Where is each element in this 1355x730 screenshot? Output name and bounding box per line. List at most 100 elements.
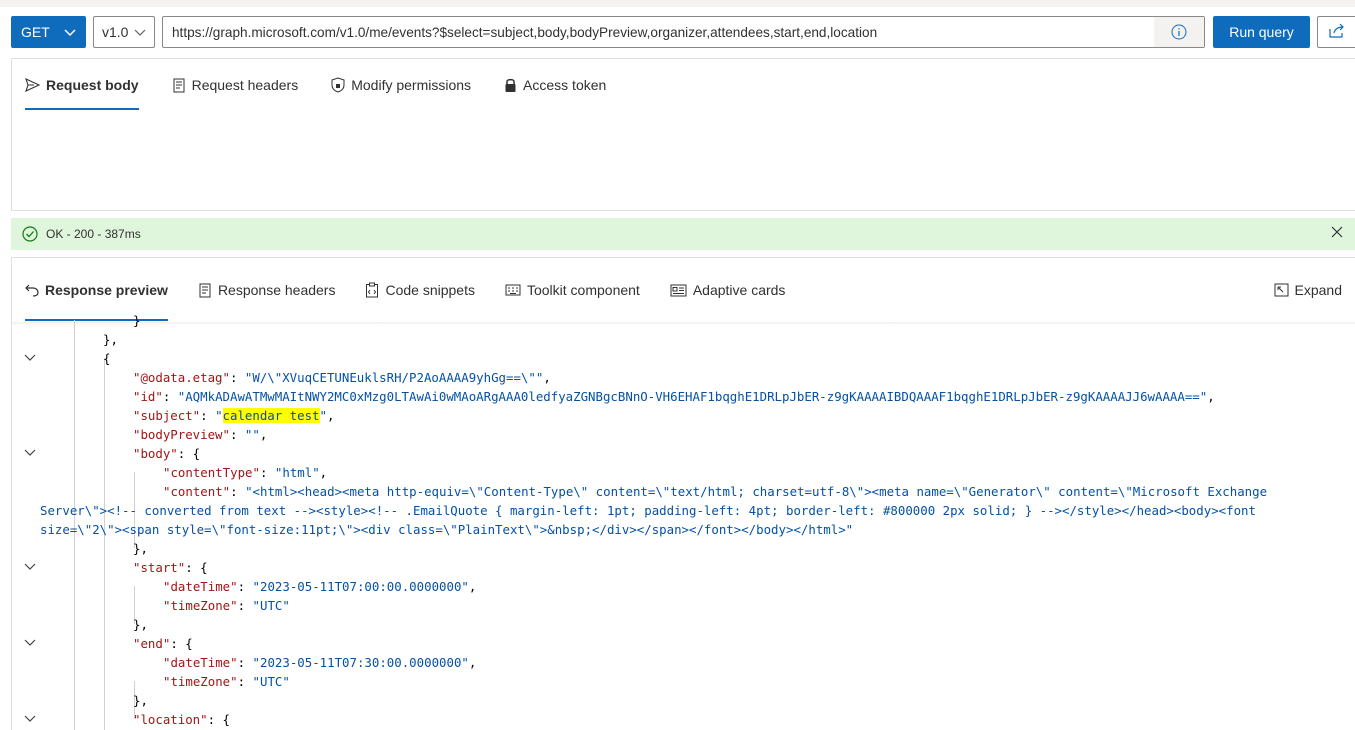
version-dropdown[interactable]: v1.0 xyxy=(93,16,155,48)
json-line: "start": { xyxy=(133,560,208,575)
document-icon xyxy=(198,283,212,298)
json-line: }, xyxy=(103,330,118,349)
indent-guide xyxy=(104,358,105,730)
json-line: "bodyPreview": "", xyxy=(133,427,268,442)
http-method-dropdown[interactable]: GET xyxy=(11,16,86,48)
expand-icon xyxy=(1274,283,1289,297)
json-value: "" xyxy=(244,427,260,442)
json-value: Server\"><!-- converted from text --><st… xyxy=(40,503,1256,518)
tab-toolkit-component[interactable]: Toolkit component xyxy=(505,258,640,322)
json-value: "AQMkADAwATMwMAItNWY2MC0xMzg0LTAwAi0wMAo… xyxy=(177,389,1208,404)
json-key: "contentType" xyxy=(163,465,260,480)
json-value: "2023-05-11T07:30:00.0000000" xyxy=(252,655,469,670)
json-punct: } xyxy=(133,313,141,328)
json-punct: }, xyxy=(133,541,148,556)
json-punct: { xyxy=(103,351,111,366)
checkmark-circle-icon xyxy=(22,226,38,242)
collapse-chevron-icon[interactable] xyxy=(24,633,36,652)
status-message-bar: OK - 200 - 387ms xyxy=(11,218,1355,250)
json-punct: }, xyxy=(133,617,148,632)
tab-modify-permissions[interactable]: Modify permissions xyxy=(331,59,471,111)
card-icon xyxy=(670,284,687,297)
keyboard-icon xyxy=(505,284,521,297)
json-line: } xyxy=(133,311,140,330)
json-key: "timeZone" xyxy=(163,674,238,689)
tab-label: Modify permissions xyxy=(351,77,472,93)
chevron-down-icon xyxy=(134,24,146,40)
tab-request-headers[interactable]: Request headers xyxy=(172,59,299,111)
json-line: size=\"2\"><span style=\"font-size:11pt;… xyxy=(40,520,853,539)
json-value: "html" xyxy=(274,465,320,480)
expand-button[interactable]: Expand xyxy=(1274,258,1342,322)
status-text: OK - 200 - 387ms xyxy=(46,227,141,241)
tab-access-token[interactable]: Access token xyxy=(504,59,606,111)
top-strip xyxy=(0,0,1355,7)
json-line: "location": { xyxy=(133,712,230,727)
json-key: "timeZone" xyxy=(163,598,238,613)
info-icon[interactable] xyxy=(1154,17,1204,47)
json-key: "id" xyxy=(133,389,163,404)
json-line: "body": { xyxy=(133,446,201,461)
undo-arrow-icon xyxy=(25,283,39,297)
tab-label: Response preview xyxy=(45,282,168,298)
tab-label: Response headers xyxy=(217,282,336,298)
json-punct: }, xyxy=(133,693,148,708)
http-method-label: GET xyxy=(21,24,50,40)
search-highlight: calendar test xyxy=(222,408,320,423)
tab-label: Code snippets xyxy=(385,282,475,298)
json-line: "end": { xyxy=(133,636,193,651)
json-value: size=\"2\"><span style=\"font-size:11pt;… xyxy=(40,522,854,537)
json-key: "content" xyxy=(163,484,231,499)
collapse-chevron-icon[interactable] xyxy=(24,557,36,576)
tab-label: Request headers xyxy=(191,77,299,93)
url-text[interactable]: https://graph.microsoft.com/v1.0/me/even… xyxy=(163,25,1154,40)
shield-lock-icon xyxy=(331,77,345,93)
tab-label: Request body xyxy=(46,77,139,93)
tab-label: Toolkit component xyxy=(526,282,640,298)
json-line: Server\"><!-- converted from text --><st… xyxy=(40,501,1256,520)
json-line: "id": "AQMkADAwATMwMAItNWY2MC0xMzg0LTAwA… xyxy=(133,389,1215,404)
json-value: "2023-05-11T07:00:00.0000000" xyxy=(252,579,469,594)
json-line: "timeZone": "UTC" xyxy=(163,674,290,689)
json-line: "subject": "calendar test", xyxy=(133,408,335,423)
json-key: "start" xyxy=(133,560,186,575)
json-line: "timeZone": "UTC" xyxy=(163,598,290,613)
json-key: "dateTime" xyxy=(163,655,238,670)
tab-label: Adaptive cards xyxy=(692,282,786,298)
tab-adaptive-cards[interactable]: Adaptive cards xyxy=(670,258,786,322)
tab-response-preview[interactable]: Response preview xyxy=(25,258,168,322)
version-label: v1.0 xyxy=(102,24,129,40)
json-value: "calendar test" xyxy=(215,408,327,423)
json-line: "content": "<html><head><meta http-equiv… xyxy=(163,484,1268,499)
url-input[interactable]: https://graph.microsoft.com/v1.0/me/even… xyxy=(162,16,1205,48)
response-tabs: Response preview Response headers Code s… xyxy=(12,258,1355,322)
tab-code-snippets[interactable]: Code snippets xyxy=(365,258,475,322)
json-line: "dateTime": "2023-05-11T07:00:00.0000000… xyxy=(163,579,477,594)
collapse-chevron-icon[interactable] xyxy=(24,443,36,462)
share-button[interactable] xyxy=(1317,16,1355,48)
run-query-button[interactable]: Run query xyxy=(1213,16,1310,48)
json-value: "UTC" xyxy=(252,598,290,613)
json-value: "UTC" xyxy=(252,674,290,689)
collapse-chevron-icon[interactable] xyxy=(24,709,36,728)
request-tabs: Request body Request headers Modify perm… xyxy=(12,59,1355,111)
lock-icon xyxy=(504,77,517,93)
json-line: "@odata.etag": "W/\"XVuqCETUNEuklsRH/P2A… xyxy=(133,370,551,385)
tab-response-headers[interactable]: Response headers xyxy=(198,258,336,322)
json-line: }, xyxy=(133,691,148,710)
json-key: "subject" xyxy=(133,408,201,423)
send-icon xyxy=(25,78,40,92)
json-key: "@odata.etag" xyxy=(133,370,230,385)
tab-label: Access token xyxy=(523,77,607,93)
json-key: "dateTime" xyxy=(163,579,238,594)
close-icon[interactable] xyxy=(1331,226,1343,241)
json-line: }, xyxy=(133,539,148,558)
tab-request-body[interactable]: Request body xyxy=(25,59,139,111)
response-panel: Response preview Response headers Code s… xyxy=(11,257,1355,730)
json-line: { xyxy=(103,349,110,368)
collapse-chevron-icon[interactable] xyxy=(24,348,36,367)
json-line: }, xyxy=(133,615,148,634)
json-key: "location" xyxy=(133,712,208,727)
response-json-viewer[interactable]: } }, { "@odata.etag": "W/\"XVuqCETUNEukl… xyxy=(12,313,1355,730)
clipboard-code-icon xyxy=(365,282,379,298)
